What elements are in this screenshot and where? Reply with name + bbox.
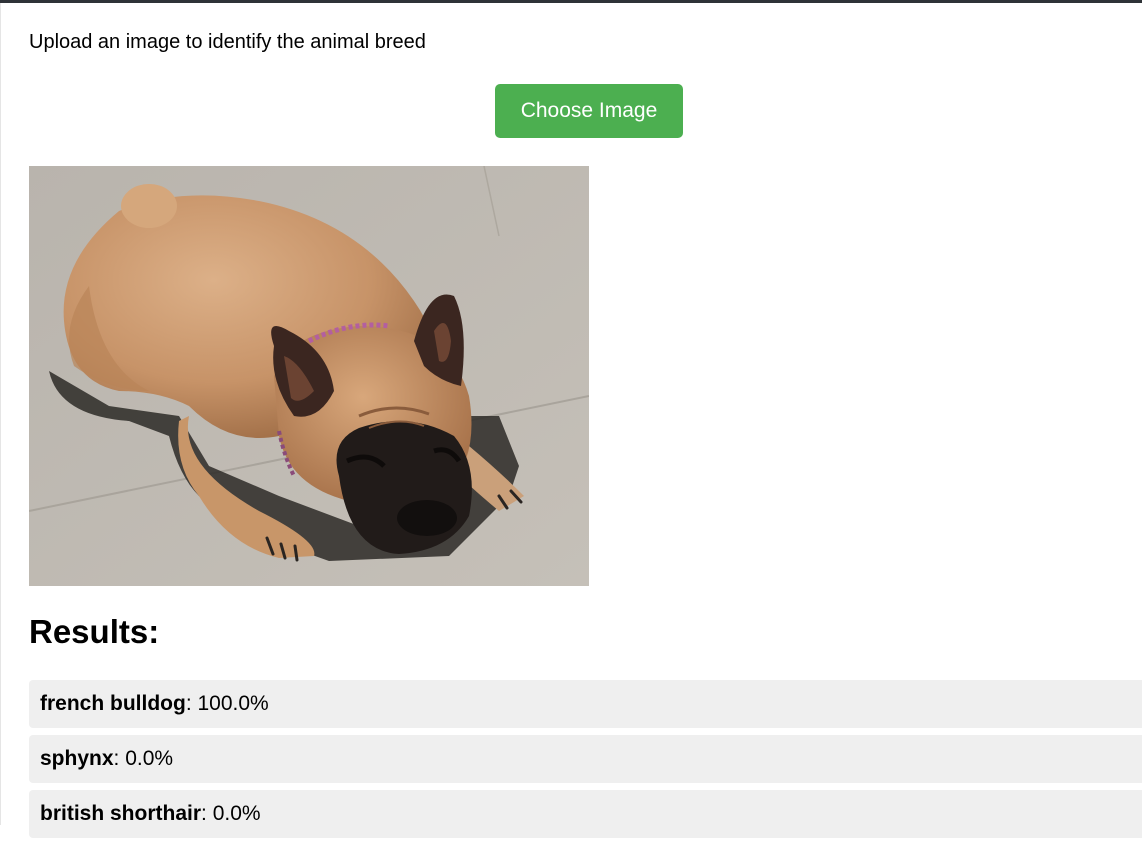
result-row: sphynx: 0.0% <box>29 735 1142 783</box>
result-confidence: 0.0% <box>212 802 261 825</box>
instruction-text: Upload an image to identify the animal b… <box>29 31 426 53</box>
window-top-border <box>0 0 1142 3</box>
result-breed: sphynx <box>40 747 114 770</box>
result-breed: british shorthair <box>40 802 202 825</box>
result-row: british shorthair: 0.0% <box>29 790 1142 838</box>
result-separator: : <box>113 747 126 770</box>
window-left-border <box>0 3 1 825</box>
results-list: french bulldog: 100.0% sphynx: 0.0% brit… <box>29 680 1142 845</box>
result-row: french bulldog: 100.0% <box>29 680 1142 728</box>
results-heading: Results: <box>29 613 160 650</box>
uploaded-image-preview <box>29 166 589 586</box>
dog-photo <box>29 166 589 586</box>
result-breed: french bulldog <box>40 692 186 715</box>
result-confidence: 0.0% <box>125 747 174 770</box>
choose-image-button[interactable]: Choose Image <box>495 84 683 138</box>
result-separator: : <box>185 692 198 715</box>
result-confidence: 100.0% <box>197 692 269 715</box>
result-separator: : <box>201 802 213 825</box>
